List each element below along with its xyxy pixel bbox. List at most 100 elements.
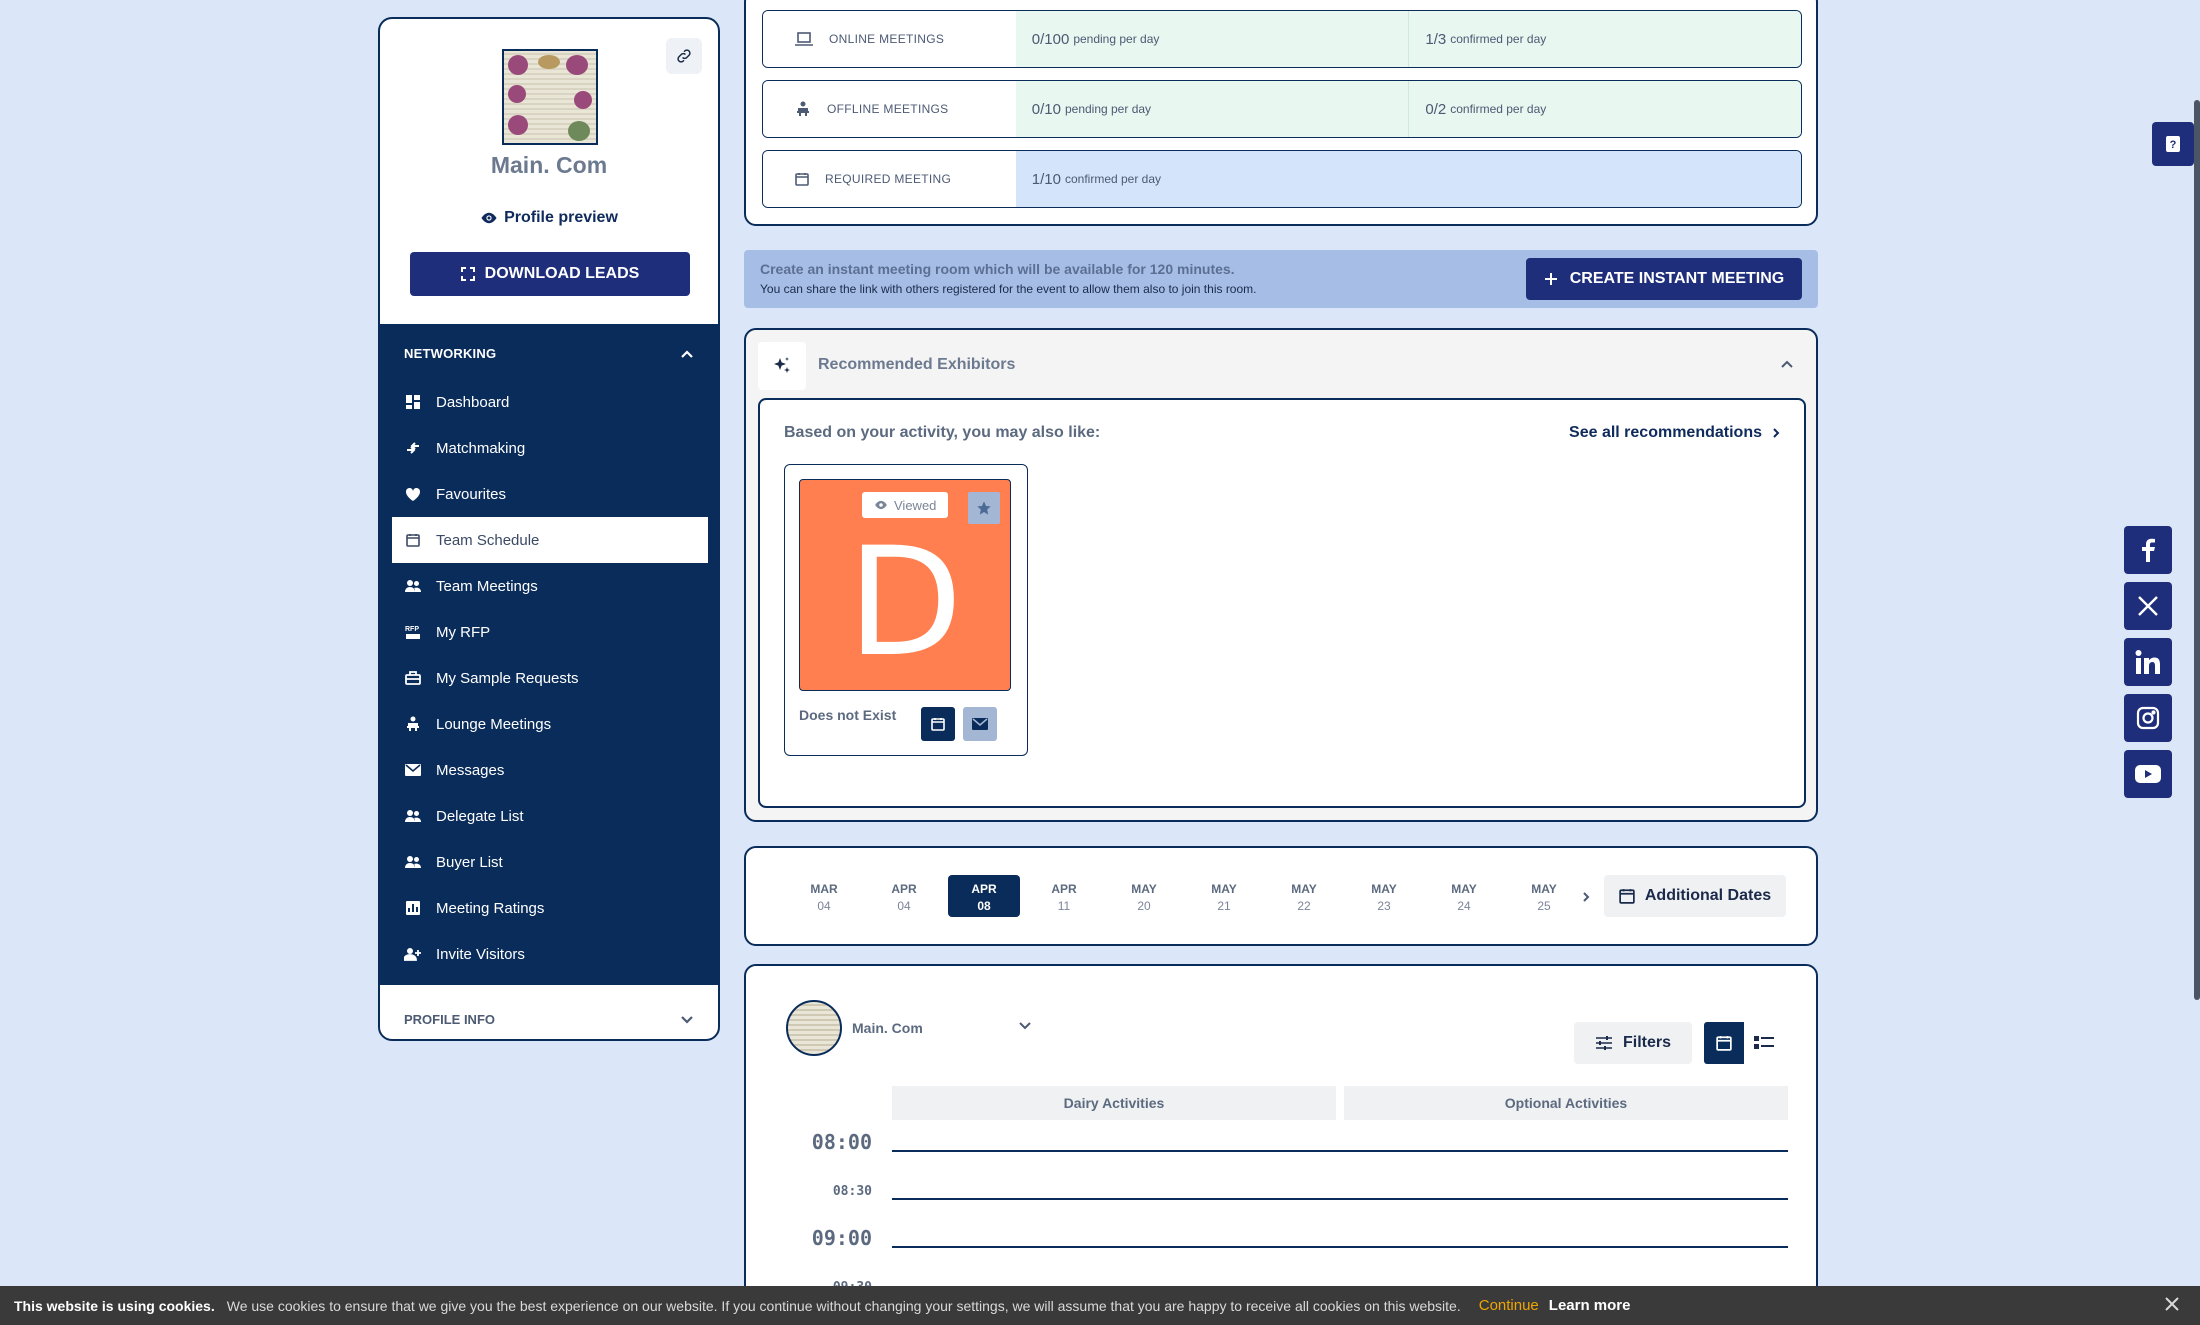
list-icon: [1754, 1036, 1774, 1049]
youtube-icon: [2135, 765, 2161, 783]
date-tab[interactable]: MAY 21: [1188, 875, 1260, 917]
date-tab[interactable]: MAY 24: [1428, 875, 1500, 917]
networking-title: NETWORKING: [404, 346, 497, 361]
recommended-subtitle: Based on your activity, you may also lik…: [784, 424, 1101, 441]
date-tab[interactable]: MAY 23: [1348, 875, 1420, 917]
heart-icon: [404, 485, 422, 503]
sidebar-item-favourites[interactable]: Favourites: [392, 471, 708, 517]
cookie-close-button[interactable]: [2164, 1296, 2180, 1315]
calendar-view-button[interactable]: [1704, 1022, 1744, 1064]
lounge-icon: [404, 715, 422, 733]
list-view-button[interactable]: [1744, 1022, 1784, 1064]
schedule-meeting-button[interactable]: [921, 707, 955, 741]
x-icon: [2138, 596, 2158, 616]
online-meetings-row: ONLINE MEETINGS 0/100 pending per day 1/3…: [762, 10, 1802, 68]
collapse-button[interactable]: [1780, 356, 1794, 374]
plus-icon: [1544, 273, 1557, 285]
sidebar-item-team-meetings[interactable]: Team Meetings: [392, 563, 708, 609]
person-add-icon: [404, 945, 422, 963]
sidebar-item-label: Dashboard: [436, 393, 510, 411]
laptop-icon: [795, 32, 813, 46]
offline-meetings-label: OFFLINE MEETINGS: [763, 81, 1016, 137]
instagram-button[interactable]: [2124, 694, 2172, 742]
required-meeting-row: REQUIRED MEETING 1/10 confirmed per day: [762, 150, 1802, 208]
profile-info-title: PROFILE INFO: [404, 1012, 495, 1027]
time-slot-line[interactable]: [892, 1150, 1788, 1152]
sidebar-item-buyer-list[interactable]: Buyer List: [392, 839, 708, 885]
eye-icon: [481, 212, 497, 224]
calendar-icon: [931, 718, 945, 731]
help-button[interactable]: ?: [2152, 122, 2194, 166]
favourite-button[interactable]: [968, 492, 1000, 524]
date-tab[interactable]: MAY 20: [1108, 875, 1180, 917]
time-label: 09:00: [811, 1226, 872, 1250]
chevron-right-icon: [1773, 428, 1780, 438]
online-confirmed: 1/3 confirmed per day: [1408, 11, 1801, 67]
online-pending: 0/100 pending per day: [1015, 11, 1409, 67]
sidebar-item-dashboard[interactable]: Dashboard: [392, 379, 708, 425]
additional-dates-button[interactable]: Additional Dates: [1604, 875, 1786, 917]
svg-text:?: ?: [2170, 139, 2177, 151]
create-instant-meeting-button[interactable]: CREATE INSTANT MEETING: [1526, 258, 1802, 300]
see-all-recommendations-link[interactable]: See all recommendations: [1569, 424, 1780, 442]
expand-icon: [460, 267, 475, 281]
copy-link-button[interactable]: [666, 38, 702, 74]
exhibitor-card[interactable]: D Viewed Does not Exist: [784, 464, 1028, 756]
time-slot-line[interactable]: [892, 1198, 1788, 1200]
column-dairy-activities: Dairy Activities: [892, 1086, 1336, 1120]
time-label: 08:30: [832, 1184, 872, 1199]
date-tab[interactable]: APR 04: [868, 875, 940, 917]
sidebar-item-meeting-ratings[interactable]: Meeting Ratings: [392, 885, 708, 931]
sidebar-item-team-schedule[interactable]: Team Schedule: [392, 517, 708, 563]
sidebar-item-label: My Sample Requests: [436, 669, 579, 687]
youtube-button[interactable]: [2124, 750, 2172, 798]
instagram-icon: [2136, 706, 2160, 730]
time-label: 08:00: [811, 1130, 872, 1154]
filters-button[interactable]: Filters: [1574, 1022, 1692, 1064]
time-slot-line[interactable]: [892, 1246, 1788, 1248]
sidebar-item-delegate-list[interactable]: Delegate List: [392, 793, 708, 839]
send-message-button[interactable]: [963, 707, 997, 741]
networking-nav: NETWORKING Dashboard Matchmaking Favouri…: [380, 324, 718, 985]
x-button[interactable]: [2124, 582, 2172, 630]
date-tab-active[interactable]: APR 08: [948, 875, 1020, 917]
cookie-continue-link[interactable]: Continue: [1479, 1297, 1539, 1314]
next-dates-button[interactable]: [1582, 890, 1590, 908]
date-tab[interactable]: MAR 04: [788, 875, 860, 917]
sidebar-item-invite-visitors[interactable]: Invite Visitors: [392, 931, 708, 977]
facebook-icon: [2142, 538, 2155, 562]
people-icon: [404, 853, 422, 871]
sidebar-item-matchmaking[interactable]: Matchmaking: [392, 425, 708, 471]
exhibitor-name: Does not Exist: [799, 707, 897, 723]
date-tab[interactable]: APR 11: [1028, 875, 1100, 917]
sidebar-item-lounge-meetings[interactable]: Lounge Meetings: [392, 701, 708, 747]
exhibitor-logo[interactable]: D Viewed: [799, 479, 1011, 691]
sidebar-item-sample-requests[interactable]: My Sample Requests: [392, 655, 708, 701]
eye-icon: [875, 500, 887, 510]
date-tab[interactable]: MAY 22: [1268, 875, 1340, 917]
networking-header[interactable]: NETWORKING: [404, 346, 694, 361]
sidebar-item-my-rfp[interactable]: RFP My RFP: [392, 609, 708, 655]
profile-preview-link[interactable]: Profile preview: [380, 209, 718, 227]
meeting-limits-card: ONLINE MEETINGS 0/100 pending per day 1/3…: [744, 0, 1818, 226]
linkedin-button[interactable]: [2124, 638, 2172, 686]
download-leads-button[interactable]: DOWNLOAD LEADS: [410, 252, 690, 296]
linkedin-icon: [2135, 650, 2160, 674]
chevron-down-icon: [1019, 1022, 1031, 1030]
required-confirmed: 1/10 confirmed per day: [1015, 151, 1801, 207]
sidebar-item-messages[interactable]: Messages: [392, 747, 708, 793]
calendar-icon: [404, 531, 422, 549]
profile-info-header[interactable]: PROFILE INFO: [404, 1012, 694, 1027]
chair-icon: [797, 101, 809, 116]
calendar-icon: [1619, 889, 1635, 904]
sidebar-item-label: My RFP: [436, 623, 491, 641]
date-tab[interactable]: MAY 25: [1508, 875, 1580, 917]
facebook-button[interactable]: [2124, 526, 2172, 574]
user-dropdown[interactable]: [1018, 1018, 1032, 1036]
schedule-user-name: Main. Com: [852, 1020, 923, 1036]
page-scrollbar[interactable]: [2194, 100, 2200, 1000]
mail-icon: [972, 718, 988, 730]
chart-icon: [404, 899, 422, 917]
people-icon: [404, 807, 422, 825]
cookie-learn-more-link[interactable]: Learn more: [1549, 1297, 1631, 1314]
